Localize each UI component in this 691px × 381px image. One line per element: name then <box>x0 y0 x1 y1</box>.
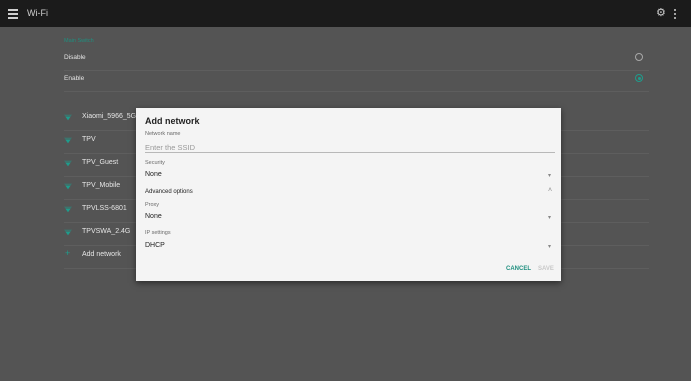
chevron-up-icon[interactable]: ˄ <box>548 187 552 194</box>
chevron-down-icon[interactable]: ▾ <box>548 243 551 250</box>
network-name: TPVLSS-6801 <box>82 205 127 212</box>
proxy-select[interactable]: None <box>145 213 162 220</box>
app-title: Wi-Fi <box>27 8 48 18</box>
disable-radio[interactable] <box>635 53 643 61</box>
chevron-down-icon[interactable]: ▾ <box>548 214 551 221</box>
network-name-label: Network name <box>145 131 181 137</box>
wifi-signal-icon <box>64 183 72 190</box>
option-disable-label: Disable <box>64 54 86 61</box>
network-name: TPV_Mobile <box>82 182 121 189</box>
add-network-dialog: Add network Network name Enter the SSID … <box>136 108 561 281</box>
ssid-underline <box>145 152 555 153</box>
proxy-label: Proxy <box>145 202 160 208</box>
plus-icon: + <box>65 248 71 258</box>
main-switch-label: Main Switch <box>64 38 94 44</box>
ssid-input[interactable]: Enter the SSID <box>145 143 195 152</box>
network-name: TPV_Guest <box>82 159 119 166</box>
more-vert-icon[interactable] <box>674 9 677 19</box>
wifi-signal-icon <box>64 160 72 167</box>
gear-icon[interactable]: ⚙ <box>656 8 666 19</box>
wifi-signal-icon <box>64 114 72 121</box>
ip-settings-select[interactable]: DHCP <box>145 242 165 249</box>
option-enable[interactable]: Enable <box>64 69 649 92</box>
network-name: TPV <box>82 136 96 143</box>
option-enable-label: Enable <box>64 75 85 82</box>
network-name: TPVSWA_2.4G <box>82 228 131 235</box>
save-button[interactable]: SAVE <box>538 266 554 272</box>
wifi-signal-icon <box>64 137 72 144</box>
advanced-options-toggle[interactable]: Advanced options <box>145 189 193 195</box>
add-network-label: Add network <box>82 251 121 258</box>
menu-icon[interactable] <box>8 9 18 19</box>
ip-settings-label: IP settings <box>145 230 171 236</box>
security-select[interactable]: None <box>145 171 162 178</box>
dialog-title: Add network <box>145 116 200 126</box>
wifi-signal-icon <box>64 206 72 213</box>
chevron-down-icon[interactable]: ▾ <box>548 172 551 179</box>
wifi-signal-icon <box>64 229 72 236</box>
cancel-button[interactable]: CANCEL <box>506 266 531 272</box>
security-label: Security <box>145 160 165 166</box>
enable-radio[interactable] <box>635 74 643 82</box>
network-name: Xiaomi_5966_5G <box>82 113 137 120</box>
top-app-bar: Wi-Fi ⚙ <box>0 0 691 27</box>
option-disable[interactable]: Disable <box>64 48 649 71</box>
